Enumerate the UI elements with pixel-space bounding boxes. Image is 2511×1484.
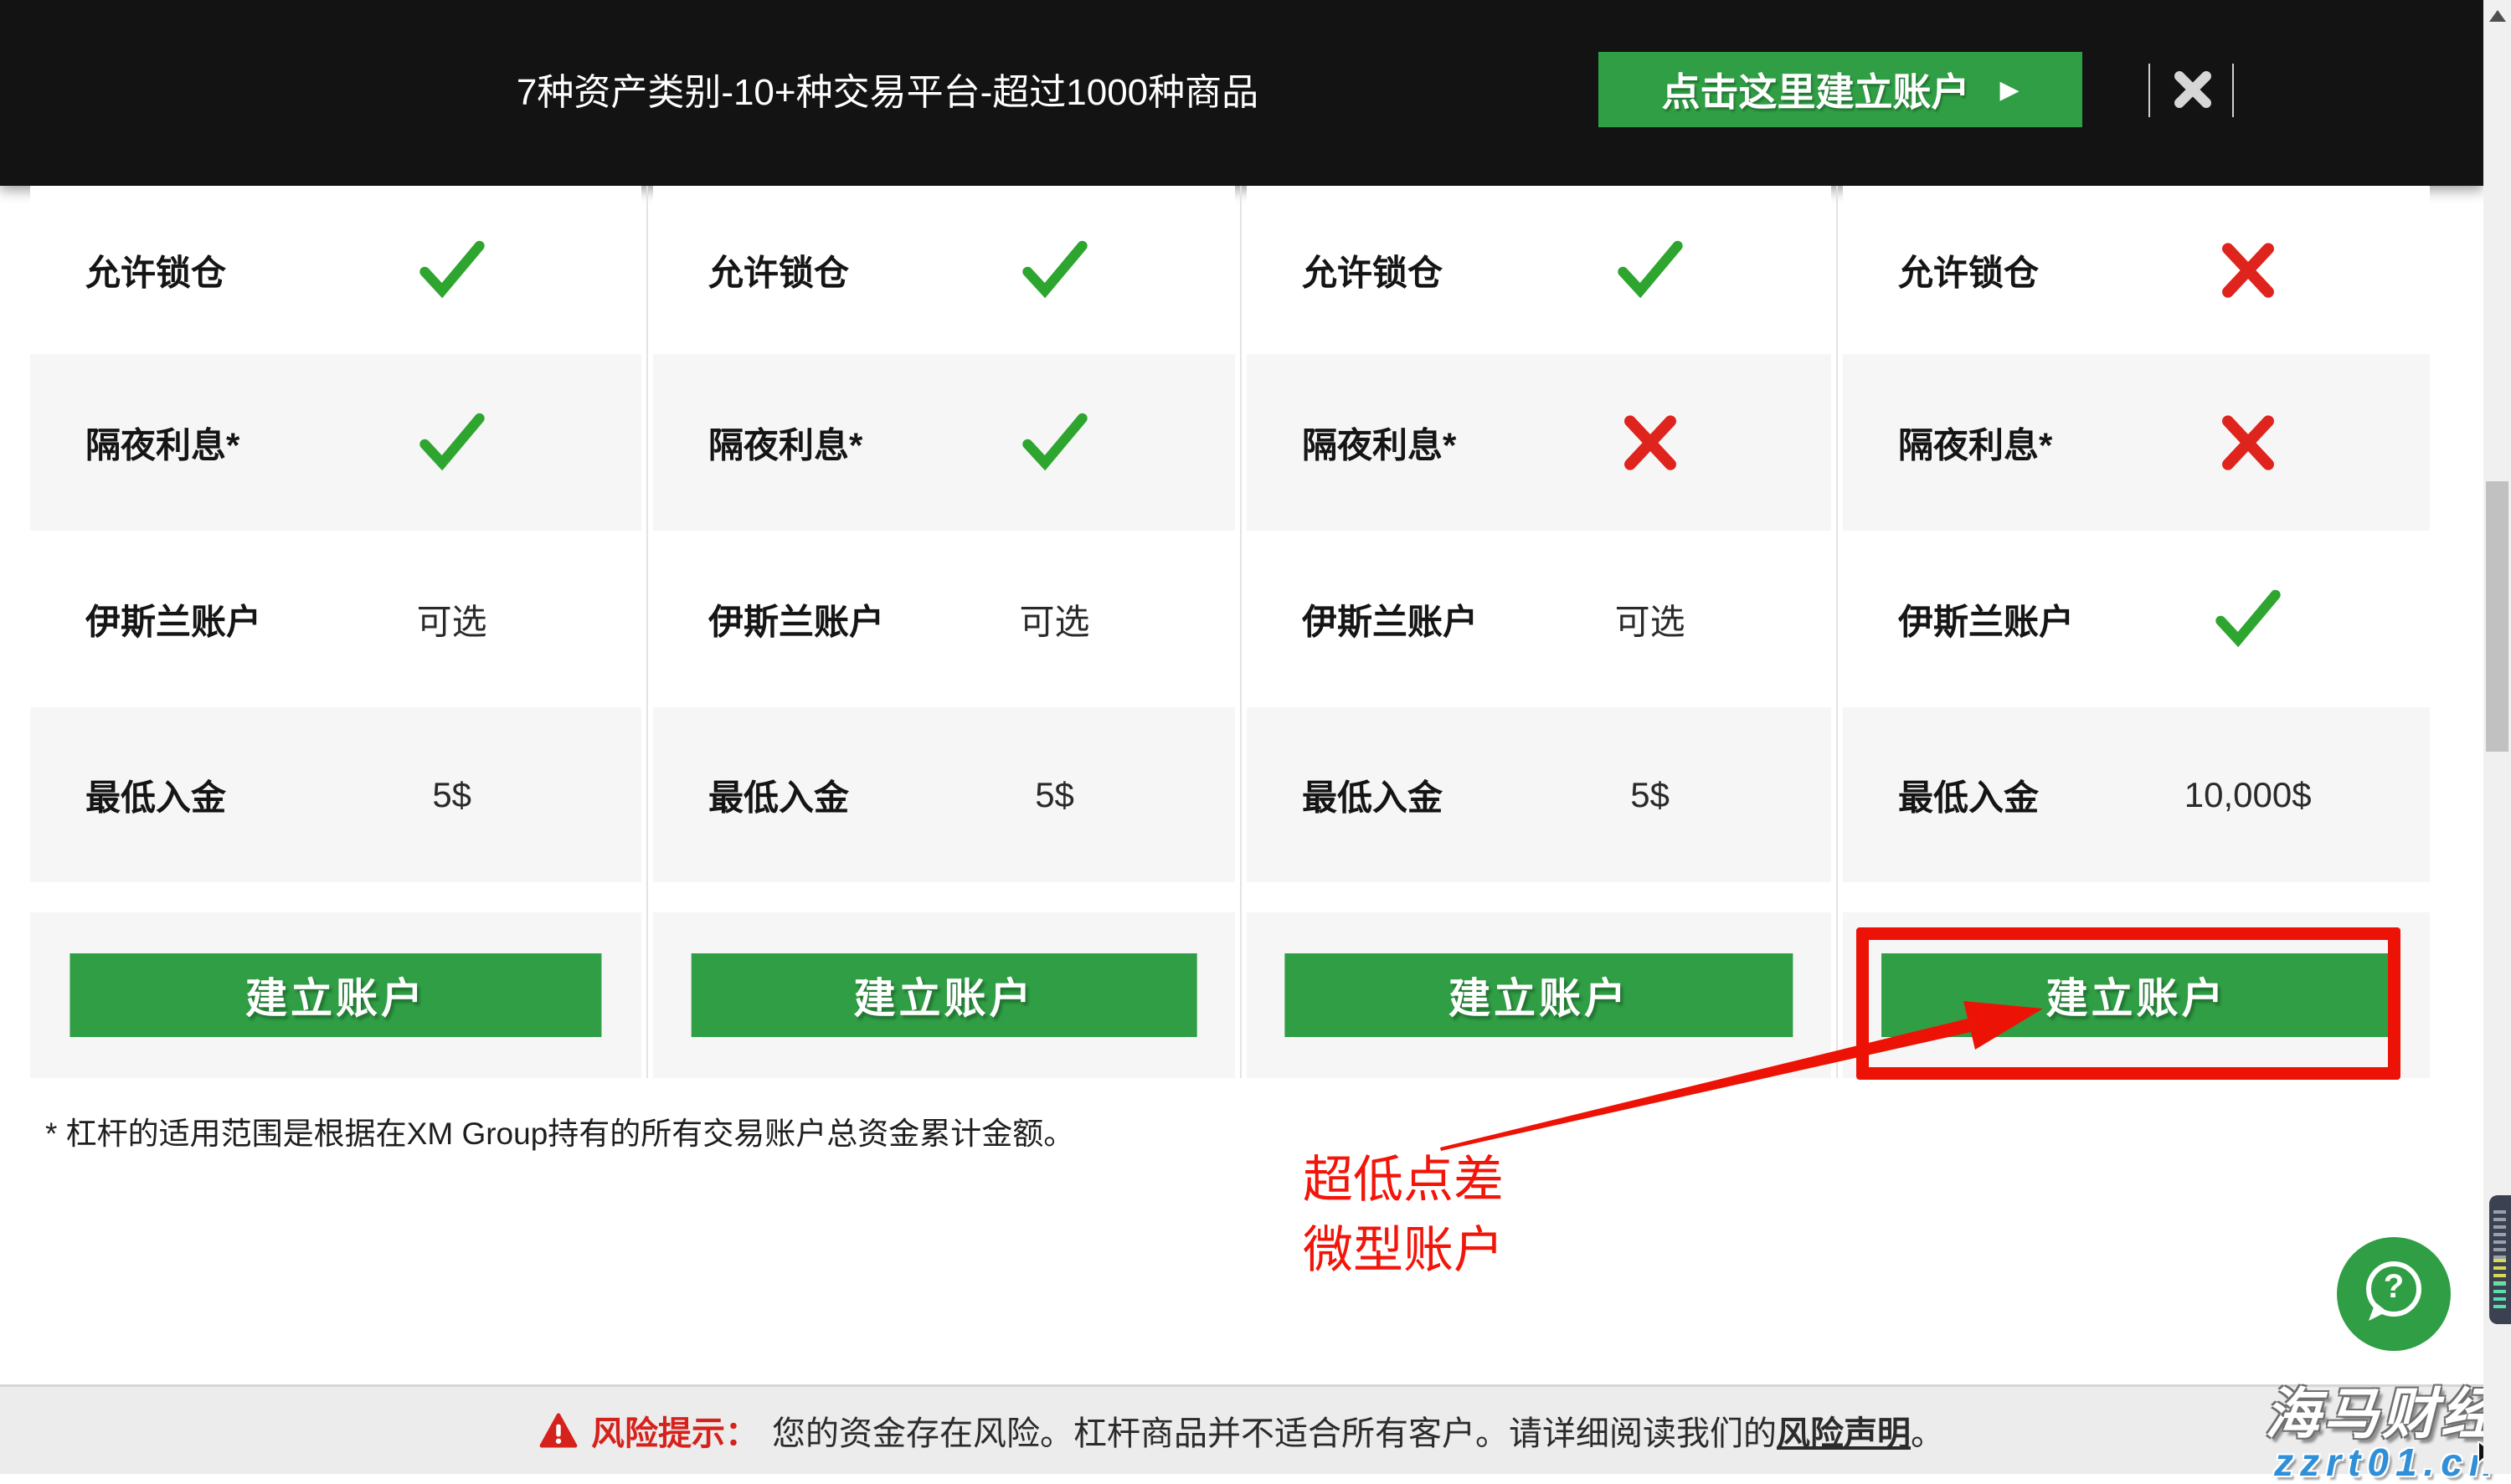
row-label: 最低入金: [1302, 778, 1443, 817]
risk-statement-link[interactable]: 风险声明: [1777, 1415, 1911, 1452]
table-row: 允许锁仓: [1843, 186, 2430, 354]
table-row: 最低入金 5$: [1247, 707, 1831, 882]
risk-warning-bar: 风险提示： 您的资金存在风险。杠杆商品并不适合所有客户。请详细阅读我们的风险声明…: [0, 1384, 2483, 1474]
watermark-site: zzrt01.cn: [2274, 1440, 2499, 1484]
row-value: 10,000$: [2184, 774, 2312, 814]
row-value: 可选: [416, 602, 487, 641]
row-value: 5$: [1630, 774, 1670, 814]
row-label: 最低入金: [1898, 778, 2040, 817]
table-row: 隔夜利息*: [30, 354, 641, 531]
account-column-micro: 允许锁仓 隔夜利息* 伊斯兰账户 可选 最低入金 5$ 建立账户: [648, 186, 1240, 1078]
scrollbar-up-arrow-icon[interactable]: [2489, 10, 2506, 22]
row-label: 允许锁仓: [1302, 253, 1443, 292]
cross-icon: [2212, 407, 2284, 479]
check-icon: [1019, 234, 1091, 306]
banner-title: 7种资产类别-10+种交易平台-超过1000种商品: [516, 72, 1259, 113]
risk-text-body: 您的资金存在风险。杠杆商品并不适合所有客户。请详细阅读我们的: [772, 1415, 1777, 1452]
row-label: 伊斯兰账户: [1898, 602, 2075, 641]
row-label: 隔夜利息*: [1302, 425, 1457, 465]
row-label: 最低入金: [85, 778, 227, 817]
cross-icon: [2212, 234, 2284, 306]
table-row: 隔夜利息*: [1843, 354, 2430, 531]
row-label: 隔夜利息*: [708, 425, 863, 465]
divider: [2232, 64, 2234, 117]
table-row: 建立账户: [30, 912, 641, 1078]
check-icon: [416, 234, 488, 306]
account-column-ultralow: 允许锁仓 隔夜利息* 伊斯兰账户 可选 最低入金 5$ 建立账户: [1242, 186, 1836, 1078]
table-row: 伊斯兰账户 可选: [30, 531, 641, 707]
row-value: 可选: [1614, 602, 1685, 641]
table-row: 伊斯兰账户 可选: [1247, 531, 1831, 707]
watermark-name: 海马财经: [2265, 1383, 2499, 1445]
scroll-minimap-widget[interactable]: [2489, 1195, 2511, 1324]
table-row: 伊斯兰账户 可选: [653, 531, 1235, 707]
table-row: 最低入金 5$: [30, 707, 641, 882]
close-button[interactable]: [2172, 69, 2214, 110]
table-row: 最低入金 10,000$: [1843, 707, 2430, 882]
leverage-footnote: * 杠杆的适用范围是根据在XM Group持有的所有交易账户总资金累计金额。: [45, 1117, 1075, 1151]
create-account-button[interactable]: 建立账户: [69, 953, 602, 1037]
table-row: 建立账户: [653, 912, 1235, 1078]
row-label: 最低入金: [708, 778, 850, 817]
row-label: 隔夜利息*: [1898, 425, 2053, 465]
top-banner: 7种资产类别-10+种交易平台-超过1000种商品 点击这里建立账户 ▶: [0, 0, 2483, 186]
scrollbar-thumb[interactable]: [2486, 481, 2508, 752]
row-label: 伊斯兰账户: [708, 602, 885, 641]
check-icon: [1614, 234, 1686, 306]
banner-cta-label: 点击这里建立账户: [1661, 70, 1970, 114]
table-row: 允许锁仓: [653, 186, 1235, 354]
check-icon: [2212, 583, 2284, 655]
row-label: 允许锁仓: [708, 253, 850, 292]
row-label: 允许锁仓: [85, 253, 227, 292]
risk-warning-text: 您的资金存在风险。杠杆商品并不适合所有客户。请详细阅读我们的风险声明。: [772, 1406, 1944, 1455]
row-value: 可选: [1019, 602, 1090, 641]
table-row: 最低入金 5$: [653, 707, 1235, 882]
row-value: 5$: [432, 774, 472, 814]
row-label: 隔夜利息*: [85, 425, 240, 465]
create-account-button[interactable]: 建立账户: [1881, 953, 2392, 1037]
divider: [2148, 64, 2150, 117]
banner-create-account-button[interactable]: 点击这里建立账户 ▶: [1598, 52, 2082, 127]
table-row: 建立账户: [1843, 912, 2430, 1078]
account-column-shares: 允许锁仓 隔夜利息* 伊斯兰账户 最低入金 10,000$ 建立账户: [1838, 186, 2435, 1078]
check-icon: [416, 407, 488, 479]
risk-warning-label: 风险提示：: [591, 1415, 759, 1452]
row-value: 5$: [1035, 774, 1074, 814]
annotation-text: 超低点差 微型账户: [1303, 1145, 1504, 1286]
table-row: 允许锁仓: [1247, 186, 1831, 354]
question-bubble-icon: ?: [2366, 1261, 2421, 1321]
table-row: 隔夜利息*: [1247, 354, 1831, 531]
minimap-yellow-stripes: [2493, 1259, 2506, 1282]
svg-text:?: ?: [2384, 1268, 2404, 1305]
risk-text-suffix: 。: [1911, 1415, 1944, 1452]
row-label: 允许锁仓: [1898, 253, 2040, 292]
annotation-line: 超低点差: [1303, 1152, 1504, 1208]
create-account-button[interactable]: 建立账户: [691, 953, 1197, 1037]
row-label: 伊斯兰账户: [85, 602, 262, 641]
cross-icon: [1614, 407, 1686, 479]
table-row: 允许锁仓: [30, 186, 641, 354]
close-icon: [2174, 71, 2211, 108]
help-chat-button[interactable]: ?: [2337, 1237, 2451, 1351]
minimap-teal-stripes: [2493, 1282, 2506, 1309]
create-account-button[interactable]: 建立账户: [1284, 953, 1793, 1037]
watermark: 海马财经 zzrt01.cn: [2265, 1386, 2499, 1481]
right-arrow-icon: ▶: [1999, 75, 2020, 104]
warning-triangle-icon: [539, 1413, 578, 1448]
table-row: 伊斯兰账户: [1843, 531, 2430, 707]
account-column-standard: 允许锁仓 隔夜利息* 伊斯兰账户 可选 最低入金 5$ 建立账户: [25, 186, 646, 1078]
table-row: 隔夜利息*: [653, 354, 1235, 531]
check-icon: [1019, 407, 1091, 479]
row-label: 伊斯兰账户: [1302, 602, 1479, 641]
minimap-gray-stripes: [2493, 1210, 2506, 1259]
annotation-line: 微型账户: [1303, 1222, 1504, 1278]
table-row: 建立账户: [1247, 912, 1831, 1078]
